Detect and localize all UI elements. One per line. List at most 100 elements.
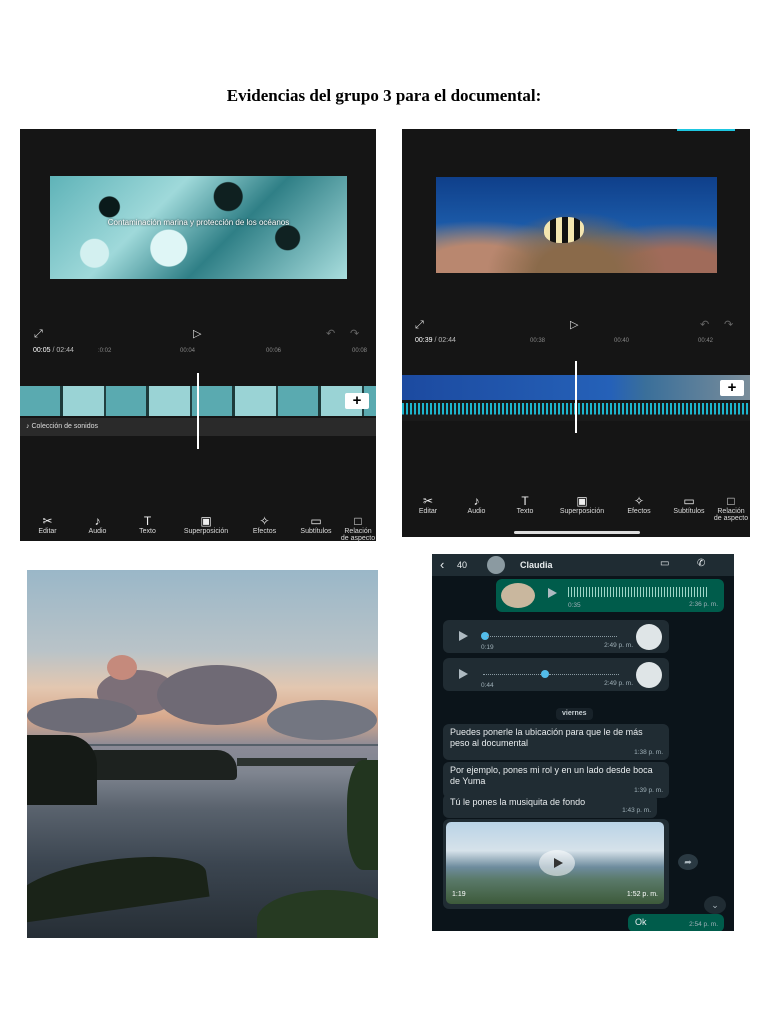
page-title: Evidencias del grupo 3 para el documenta…	[226, 86, 542, 105]
contact-name[interactable]: Claudia	[520, 560, 553, 570]
back-icon[interactable]: ‹	[440, 557, 444, 572]
playhead[interactable]	[197, 373, 199, 449]
fullscreen-icon[interactable]: ⤢	[415, 319, 424, 332]
tool-subtitles[interactable]: ▭ Subtítulos	[665, 494, 713, 522]
aspect-icon: □	[354, 514, 362, 528]
tick-label: 00:06	[266, 348, 282, 354]
voice-track[interactable]	[487, 636, 617, 638]
voice-message-outgoing[interactable]: 0:35 2:36 p. m.	[496, 579, 724, 612]
text-message[interactable]: Puedes ponerle la ubicación para que le …	[443, 724, 669, 760]
message-text: Ok	[635, 917, 647, 927]
note-icon: ♪	[94, 514, 101, 528]
voice-duration: 0:35	[568, 602, 581, 609]
undo-icon[interactable]: ↶	[700, 318, 709, 331]
message-time: 2:36 p. m.	[689, 601, 718, 608]
voice-track[interactable]	[483, 674, 543, 676]
tool-audio[interactable]: ♪ Audio	[75, 514, 120, 541]
tool-edit[interactable]: ✂ Editar	[20, 514, 75, 541]
tool-text[interactable]: T Texto	[120, 514, 175, 541]
tool-label: Subtítulos	[673, 508, 705, 515]
tool-label: Subtítulos	[300, 528, 332, 535]
timecode: 00:05 / 02:44	[33, 347, 74, 354]
tool-label: Editar	[418, 508, 438, 515]
play-icon[interactable]	[459, 631, 468, 641]
tool-subtitles[interactable]: ▭ Subtítulos	[292, 514, 340, 541]
tool-audio[interactable]: ♪ Audio	[454, 494, 499, 522]
cloud	[267, 700, 377, 740]
timecode-current: 00:39	[415, 337, 433, 344]
text-message-outgoing[interactable]: Ok 2:54 p. m.	[628, 914, 724, 931]
back-count[interactable]: 40	[457, 560, 467, 570]
scissors-icon: ✂	[42, 514, 53, 528]
tool-label: Superposición	[559, 508, 605, 515]
undo-icon[interactable]: ↶	[326, 327, 335, 340]
message-time: 1:43 p. m.	[622, 807, 651, 814]
fullscreen-icon[interactable]: ⤢	[34, 328, 43, 341]
phone-icon[interactable]: ✆	[697, 558, 705, 569]
tool-aspect[interactable]: □ Relación de aspecto	[713, 494, 749, 522]
voice-track[interactable]	[549, 674, 619, 676]
voice-progress-dot[interactable]	[541, 670, 549, 678]
play-icon	[554, 858, 563, 868]
tool-edit[interactable]: ✂ Editar	[402, 494, 454, 522]
effects-icon: ✧	[259, 514, 270, 528]
play-icon[interactable]	[548, 588, 557, 598]
foliage	[257, 890, 378, 938]
top-accent-bar	[677, 129, 735, 131]
cloud	[27, 698, 137, 733]
voice-avatar	[501, 583, 535, 608]
voice-message-incoming[interactable]: 0:44 2:49 p. m.	[443, 658, 669, 691]
video-thumbnail[interactable]: 1:19 1:52 p. m.	[446, 822, 664, 904]
foliage	[347, 760, 378, 870]
aspect-icon: □	[727, 494, 735, 508]
tool-effects[interactable]: ✧ Efectos	[613, 494, 665, 522]
message-time: 2:49 p. m.	[604, 680, 633, 687]
editor-toolbar: ✂ Editar ♪ Audio T Texto ▣ Superposición ✧ Ef…	[20, 514, 376, 541]
play-icon[interactable]	[459, 669, 468, 679]
headland	[87, 750, 237, 780]
tick-label: 00:42	[698, 338, 714, 344]
sender-avatar	[636, 624, 662, 650]
voice-waveform[interactable]	[568, 587, 708, 597]
tool-text[interactable]: T Texto	[499, 494, 551, 522]
tool-overlay[interactable]: ▣ Superposición	[175, 514, 237, 541]
overlay-icon: ▣	[200, 514, 212, 528]
add-clip-button[interactable]: +	[720, 380, 744, 396]
text-message[interactable]: Por ejemplo, pones mi rol y en un lado d…	[443, 762, 669, 798]
add-clip-button[interactable]: +	[345, 393, 369, 409]
tool-label: Efectos	[627, 508, 651, 515]
tick-label: 00:04	[180, 348, 196, 354]
scroll-down-icon[interactable]: ⌄	[704, 896, 726, 914]
video-message[interactable]: 1:19 1:52 p. m.	[443, 819, 669, 909]
voice-message-incoming[interactable]: 0:19 2:49 p. m.	[443, 620, 669, 653]
redo-icon[interactable]: ↷	[724, 318, 733, 331]
message-time: 1:38 p. m.	[634, 749, 663, 756]
tool-label: Superposición	[183, 528, 229, 535]
video-editor-screenshot-2: ⤢ ▷ ↶ ↷ 00:39 / 02:44 00:38 00:40 00:42 …	[402, 129, 750, 537]
palm-frond	[27, 847, 210, 923]
overlay-icon: ▣	[576, 494, 588, 508]
redo-icon[interactable]: ↷	[350, 327, 359, 340]
message-time: 2:49 p. m.	[604, 642, 633, 649]
forward-icon[interactable]: ➦	[678, 854, 698, 870]
text-icon: T	[143, 514, 152, 528]
video-call-icon[interactable]: ▭	[660, 558, 669, 569]
sender-avatar	[636, 662, 662, 688]
play-icon[interactable]: ▷	[193, 327, 201, 340]
tool-aspect[interactable]: □ Relación de aspecto	[340, 514, 376, 541]
tick-label: 00:38	[530, 338, 546, 344]
playhead[interactable]	[575, 361, 577, 433]
tool-label: Efectos	[252, 528, 277, 535]
tick-label: 00:40	[614, 338, 630, 344]
tick-label: 00:08	[352, 348, 368, 354]
contact-avatar[interactable]	[487, 556, 505, 574]
tool-label: Relación de aspecto	[713, 508, 749, 522]
text-message[interactable]: Tú le pones la musiquita de fondo 1:43 p…	[443, 794, 657, 818]
message-time: 1:52 p. m.	[626, 891, 658, 898]
timecode-current: 00:05	[33, 347, 51, 354]
effects-icon: ✧	[633, 494, 645, 508]
play-icon[interactable]: ▷	[570, 318, 578, 331]
tool-label: Audio	[467, 508, 486, 515]
tool-effects[interactable]: ✧ Efectos	[237, 514, 292, 541]
tool-overlay[interactable]: ▣ Superposición	[551, 494, 613, 522]
